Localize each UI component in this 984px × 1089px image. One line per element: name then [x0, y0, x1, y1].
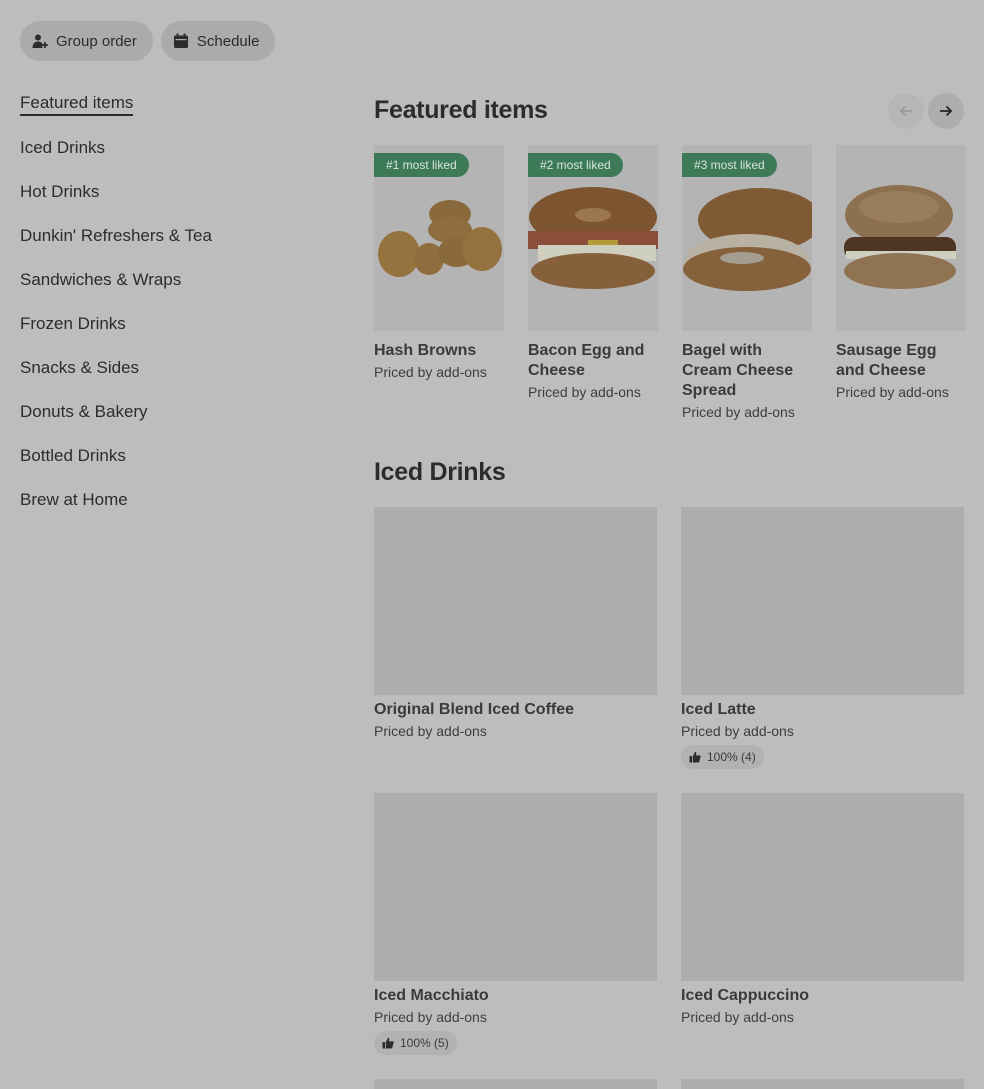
sidebar-item-sandwiches-wraps[interactable]: Sandwiches & Wraps — [20, 258, 320, 302]
schedule-label: Schedule — [196, 32, 260, 50]
featured-card-bagel-cream-cheese[interactable]: #3 most liked Bagel with Cream Cheese Sp… — [682, 145, 812, 420]
featured-item-name: Bagel with Cream Cheese Spread — [682, 342, 794, 399]
iced-drinks-section-title: Iced Drinks — [374, 458, 506, 486]
sidebar-item-label: Iced Drinks — [20, 138, 106, 157]
item-price: Priced by add-ons — [681, 723, 794, 739]
rating-text: 100% (4) — [707, 750, 756, 764]
arrow-right-icon — [940, 105, 953, 117]
schedule-button[interactable]: Schedule — [160, 21, 276, 61]
item-image-placeholder — [681, 793, 964, 981]
sidebar-item-frozen-drinks[interactable]: Frozen Drinks — [20, 302, 320, 346]
carousel-controls — [888, 93, 964, 129]
item-price: Priced by add-ons — [374, 1009, 487, 1025]
sidebar-item-bottled-drinks[interactable]: Bottled Drinks — [20, 434, 320, 478]
iced-drinks-grid: Original Blend Iced Coffee Priced by add… — [374, 507, 964, 1079]
next-row-partial — [374, 1079, 964, 1089]
featured-item-name: Sausage Egg and Cheese — [836, 342, 937, 379]
sidebar-item-featured-items[interactable]: Featured items — [20, 82, 320, 126]
rating-badge: 100% (4) — [681, 745, 764, 769]
sidebar-item-label: Brew at Home — [20, 490, 128, 509]
featured-card-bacon-egg-cheese[interactable]: #2 most liked Bacon Egg and Cheese Price… — [528, 145, 658, 420]
item-image-placeholder — [374, 507, 657, 695]
featured-item-name: Hash Browns — [374, 342, 477, 359]
hash-browns-image: #1 most liked — [374, 145, 504, 331]
sidebar-item-hot-drinks[interactable]: Hot Drinks — [20, 170, 320, 214]
add-person-icon — [32, 34, 48, 48]
group-order-label: Group order — [56, 32, 137, 50]
sidebar-item-iced-drinks[interactable]: Iced Drinks — [20, 126, 320, 170]
featured-item-price: Priced by add-ons — [528, 384, 641, 400]
featured-carousel: #1 most liked Hash Browns Priced by add-… — [374, 145, 966, 420]
sidebar-item-label: Frozen Drinks — [20, 314, 126, 333]
item-name: Original Blend Iced Coffee — [374, 701, 575, 718]
sidebar-item-label: Featured items — [20, 93, 134, 116]
top-actions: Group order Schedule — [20, 21, 276, 61]
item-image-placeholder — [681, 1079, 964, 1089]
category-sidebar: Featured items Iced Drinks Hot Drinks Du… — [20, 82, 320, 522]
sidebar-item-brew-at-home[interactable]: Brew at Home — [20, 478, 320, 522]
featured-item-price: Priced by add-ons — [682, 404, 795, 420]
rating-badge: 100% (5) — [374, 1031, 457, 1055]
item-card-original-blend-iced-coffee[interactable]: Original Blend Iced Coffee Priced by add… — [374, 507, 657, 793]
item-card-iced-latte[interactable]: Iced Latte Priced by add-ons 100% (4) — [681, 507, 964, 793]
sidebar-item-label: Donuts & Bakery — [20, 402, 148, 421]
carousel-next-button[interactable] — [928, 93, 964, 129]
sidebar-item-label: Hot Drinks — [20, 182, 100, 201]
most-liked-badge: #1 most liked — [374, 153, 469, 177]
item-card-iced-macchiato[interactable]: Iced Macchiato Priced by add-ons 100% (5… — [374, 793, 657, 1079]
featured-item-name: Bacon Egg and Cheese — [528, 342, 645, 379]
arrow-left-icon — [899, 105, 912, 117]
carousel-prev-button[interactable] — [888, 93, 924, 129]
sidebar-item-label: Dunkin' Refreshers & Tea — [20, 226, 212, 245]
sidebar-item-label: Snacks & Sides — [20, 358, 140, 377]
sidebar-item-donuts-bakery[interactable]: Donuts & Bakery — [20, 390, 320, 434]
thumbs-up-icon — [382, 1037, 394, 1049]
group-order-button[interactable]: Group order — [20, 21, 153, 61]
item-name: Iced Latte — [681, 701, 756, 718]
item-name: Iced Macchiato — [374, 987, 489, 1004]
featured-section-title: Featured items — [374, 96, 548, 124]
featured-item-price: Priced by add-ons — [836, 384, 949, 400]
item-price: Priced by add-ons — [681, 1009, 794, 1025]
sausage-egg-cheese-image — [836, 145, 966, 331]
bagel-cream-cheese-image: #3 most liked — [682, 145, 812, 331]
featured-item-price: Priced by add-ons — [374, 364, 487, 380]
sidebar-item-label: Bottled Drinks — [20, 446, 126, 465]
item-image-placeholder — [681, 507, 964, 695]
featured-card-hash-browns[interactable]: #1 most liked Hash Browns Priced by add-… — [374, 145, 504, 420]
sidebar-item-label: Sandwiches & Wraps — [20, 270, 182, 289]
most-liked-badge: #3 most liked — [682, 153, 777, 177]
featured-card-sausage-egg-cheese[interactable]: Sausage Egg and Cheese Priced by add-ons — [836, 145, 966, 420]
thumbs-up-icon — [689, 751, 701, 763]
sidebar-item-refreshers-tea[interactable]: Dunkin' Refreshers & Tea — [20, 214, 320, 258]
item-image-placeholder — [374, 1079, 657, 1089]
rating-text: 100% (5) — [400, 1036, 449, 1050]
item-card-iced-cappuccino[interactable]: Iced Cappuccino Priced by add-ons — [681, 793, 964, 1079]
calendar-icon — [173, 33, 188, 48]
item-price: Priced by add-ons — [374, 723, 487, 739]
item-image-placeholder — [374, 793, 657, 981]
most-liked-badge: #2 most liked — [528, 153, 623, 177]
item-name: Iced Cappuccino — [681, 987, 810, 1004]
sidebar-item-snacks-sides[interactable]: Snacks & Sides — [20, 346, 320, 390]
bacon-egg-cheese-image: #2 most liked — [528, 145, 658, 331]
